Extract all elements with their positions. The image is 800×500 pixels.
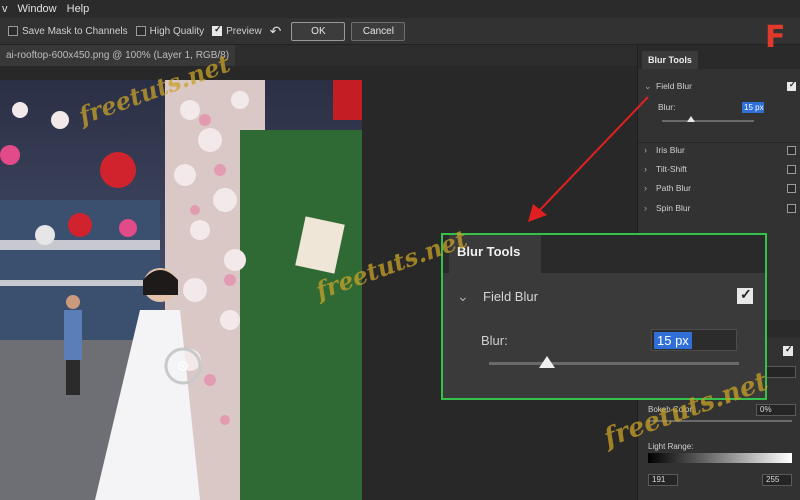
- callout-field-blur-label: Field Blur: [483, 288, 538, 304]
- callout-field-blur-row: ⌄ Field Blur: [457, 285, 753, 307]
- callout-blur-label: Blur:: [481, 333, 508, 348]
- callout-blur-value: 15 px: [654, 332, 692, 349]
- chevron-down-icon: ⌄: [457, 287, 469, 304]
- zoom-callout: Blur Tools ⌄ Field Blur Blur: 15 px: [441, 233, 767, 400]
- callout-field-blur-checkbox: [737, 286, 753, 304]
- callout-blur-slider-track: [489, 362, 739, 365]
- callout-tab-bar: Blur Tools: [443, 235, 765, 273]
- brand-logo: F: [765, 20, 786, 55]
- callout-blur-slider-thumb: [539, 356, 555, 368]
